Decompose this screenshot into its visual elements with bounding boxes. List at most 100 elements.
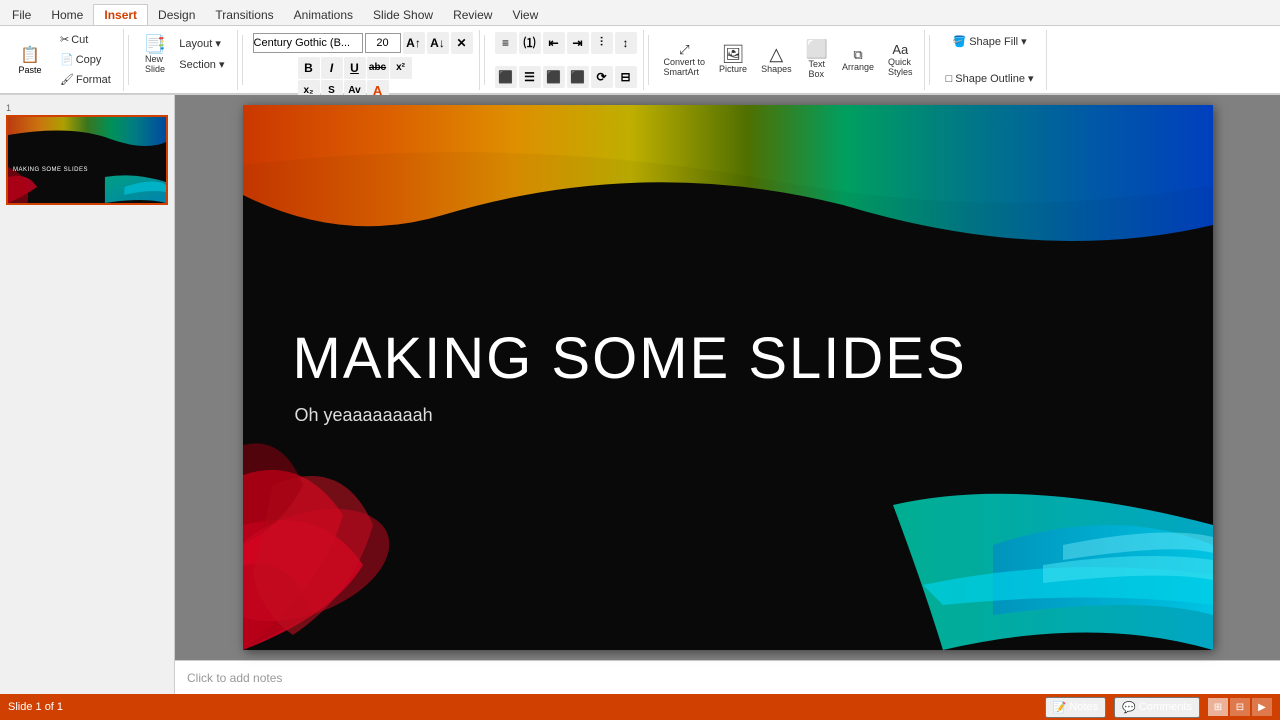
align-center-button[interactable]: ☰ bbox=[519, 66, 541, 88]
paste-icon: 📋 bbox=[20, 45, 40, 65]
superscript-button[interactable]: x² bbox=[390, 57, 412, 79]
underline-button[interactable]: U bbox=[344, 57, 366, 79]
columns-button[interactable]: ⫶ bbox=[591, 32, 613, 54]
new-slide-icon: 📑 bbox=[144, 35, 166, 53]
clipboard-group: 📋 Paste ✂ Cut 📄 Copy 🖌 Format bbox=[4, 29, 124, 91]
quick-styles-icon: Aa bbox=[892, 43, 908, 56]
shapes-icon: △ bbox=[769, 45, 783, 63]
reading-view-button[interactable]: ▶ bbox=[1252, 698, 1272, 716]
text-direction-button[interactable]: ⟳ bbox=[591, 66, 613, 88]
textbox-icon: ⬜ bbox=[806, 40, 828, 58]
status-right: 📝 Notes 💬 Comments ⊞ ⊟ ▶ bbox=[1045, 697, 1272, 718]
cut-button[interactable]: ✂ Cut bbox=[54, 30, 117, 49]
slide-main-title[interactable]: MAKING SOME SLIDES bbox=[293, 325, 967, 392]
tab-review[interactable]: Review bbox=[443, 5, 502, 25]
font-shrink-button[interactable]: A↓ bbox=[427, 32, 449, 54]
tab-design[interactable]: Design bbox=[148, 5, 205, 25]
bullets-button[interactable]: ≡ bbox=[495, 32, 517, 54]
slide-number-label: 1 bbox=[6, 103, 168, 113]
comments-icon: 💬 bbox=[1122, 701, 1136, 714]
copy-button[interactable]: 📄 Copy bbox=[54, 50, 117, 69]
new-slide-button[interactable]: 📑 NewSlide bbox=[139, 32, 171, 77]
align-left-button[interactable]: ⬛ bbox=[495, 66, 517, 88]
increase-indent-button[interactable]: ⇥ bbox=[567, 32, 589, 54]
convert-smartart-button[interactable]: ⤢ Convert toSmartArt bbox=[659, 40, 711, 80]
justify-button[interactable]: ⬛ bbox=[567, 66, 589, 88]
notes-placeholder[interactable]: Click to add notes bbox=[187, 671, 282, 685]
shape-styles-group: 🪣 Shape Fill ▾ □ Shape Outline ▾ bbox=[934, 30, 1047, 90]
slide-count-text: Slide 1 of 1 bbox=[8, 701, 63, 713]
ribbon: File Home Insert Design Transitions Anim… bbox=[0, 0, 1280, 95]
thumb-inner: MAKING SOME SLIDES bbox=[8, 117, 166, 203]
notes-label: Notes bbox=[1069, 701, 1098, 713]
font-group: A↑ A↓ ✕ B I U abc x² x₂ S Av A bbox=[247, 30, 480, 90]
ribbon-content: 📋 Paste ✂ Cut 📄 Copy 🖌 Format 📑 NewSlide… bbox=[0, 26, 1280, 94]
notes-button[interactable]: 📝 Notes bbox=[1045, 697, 1106, 718]
slide-sorter-button[interactable]: ⊟ bbox=[1230, 698, 1250, 716]
smart-align-button[interactable]: ⊟ bbox=[615, 66, 637, 88]
slides-group: 📑 NewSlide Layout ▾ Section ▾ bbox=[133, 30, 238, 90]
slides-row: 📑 NewSlide Layout ▾ Section ▾ bbox=[139, 32, 231, 77]
para-row2: ⬛ ☰ ⬛ ⬛ ⟳ ⊟ bbox=[495, 66, 637, 88]
align-right-button[interactable]: ⬛ bbox=[543, 66, 565, 88]
sep5 bbox=[929, 35, 930, 85]
picture-icon: 🖼 bbox=[722, 45, 745, 63]
clear-format-button[interactable]: ✕ bbox=[451, 32, 473, 54]
sep1 bbox=[128, 35, 129, 85]
tab-transitions[interactable]: Transitions bbox=[205, 5, 283, 25]
view-buttons: ⊞ ⊟ ▶ bbox=[1208, 698, 1272, 716]
smartart-icon: ⤢ bbox=[679, 43, 689, 56]
tab-file[interactable]: File bbox=[2, 5, 41, 25]
thumb-slide-bg: MAKING SOME SLIDES bbox=[8, 117, 166, 203]
font-name-input[interactable] bbox=[253, 33, 363, 53]
clipboard-side: ✂ Cut 📄 Copy 🖌 Format bbox=[54, 31, 117, 89]
picture-button[interactable]: 🖼 Picture bbox=[714, 42, 752, 77]
slide-canvas: MAKING SOME SLIDES Oh yeaaaaaaaah bbox=[243, 105, 1213, 650]
format-button[interactable]: 🖌 Format bbox=[54, 70, 117, 89]
quick-styles-button[interactable]: Aa QuickStyles bbox=[883, 40, 918, 80]
layout-button[interactable]: Layout ▾ bbox=[173, 34, 230, 53]
textbox-button[interactable]: ⬜ TextBox bbox=[801, 37, 833, 82]
arrange-button[interactable]: ⧉ Arrange bbox=[837, 45, 879, 75]
sep3 bbox=[484, 35, 485, 85]
sep2 bbox=[242, 35, 243, 85]
arrange-icon: ⧉ bbox=[853, 48, 862, 61]
font-size-input[interactable] bbox=[365, 33, 401, 53]
font-grow-button[interactable]: A↑ bbox=[403, 32, 425, 54]
thumb-title-text: MAKING SOME SLIDES bbox=[13, 167, 88, 173]
line-spacing-button[interactable]: ↕ bbox=[615, 32, 637, 54]
tab-insert[interactable]: Insert bbox=[93, 4, 148, 25]
slide-thumbnail-1[interactable]: MAKING SOME SLIDES bbox=[6, 115, 168, 205]
main-area: 1 bbox=[0, 95, 1280, 694]
paragraph-group: ≡ ⑴ ⇤ ⇥ ⫶ ↕ ⬛ ☰ ⬛ ⬛ ⟳ ⊟ bbox=[489, 30, 644, 90]
decrease-indent-button[interactable]: ⇤ bbox=[543, 32, 565, 54]
numbering-button[interactable]: ⑴ bbox=[519, 32, 541, 54]
tab-home[interactable]: Home bbox=[41, 5, 93, 25]
shape-outline-button[interactable]: □ Shape Outline ▾ bbox=[940, 69, 1040, 88]
tab-slideshow[interactable]: Slide Show bbox=[363, 5, 443, 25]
normal-view-button[interactable]: ⊞ bbox=[1208, 698, 1228, 716]
font-selector-row: A↑ A↓ ✕ bbox=[253, 32, 473, 54]
notes-icon: 📝 bbox=[1053, 701, 1067, 714]
italic-button[interactable]: I bbox=[321, 57, 343, 79]
notes-area: Click to add notes bbox=[175, 660, 1280, 694]
shape-fill-button[interactable]: 🪣 Shape Fill ▾ bbox=[946, 32, 1032, 51]
slide-canvas-container[interactable]: MAKING SOME SLIDES Oh yeaaaaaaaah bbox=[175, 95, 1280, 660]
tab-view[interactable]: View bbox=[502, 5, 548, 25]
comments-label: Comments bbox=[1139, 701, 1192, 713]
slide-subtitle[interactable]: Oh yeaaaaaaaah bbox=[295, 405, 433, 426]
paste-label: Paste bbox=[18, 65, 41, 75]
comments-button[interactable]: 💬 Comments bbox=[1114, 697, 1200, 718]
ribbon-tabs: File Home Insert Design Transitions Anim… bbox=[0, 0, 1280, 26]
status-left: Slide 1 of 1 bbox=[8, 701, 63, 713]
drawing-group: ⤢ Convert toSmartArt 🖼 Picture △ Shapes … bbox=[653, 30, 925, 90]
status-bar: Slide 1 of 1 📝 Notes 💬 Comments ⊞ ⊟ ▶ bbox=[0, 694, 1280, 720]
bold-button[interactable]: B bbox=[298, 57, 320, 79]
section-button[interactable]: Section ▾ bbox=[173, 55, 230, 74]
para-row1: ≡ ⑴ ⇤ ⇥ ⫶ ↕ bbox=[495, 32, 637, 54]
slide-area: MAKING SOME SLIDES Oh yeaaaaaaaah Click … bbox=[175, 95, 1280, 694]
shapes-button[interactable]: △ Shapes bbox=[756, 42, 797, 77]
strikethrough-button[interactable]: abc bbox=[367, 57, 389, 79]
paste-button[interactable]: 📋 Paste bbox=[10, 31, 50, 89]
tab-animations[interactable]: Animations bbox=[284, 5, 363, 25]
